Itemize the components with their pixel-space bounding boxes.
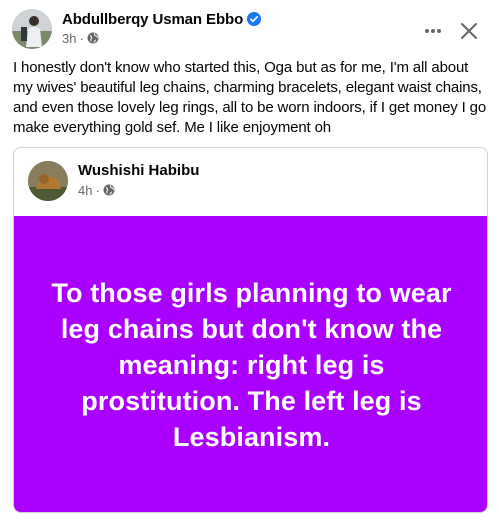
post-card: Abdullberqy Usman Ebbo 3h · I honestly d…: [0, 0, 499, 520]
shared-meta-separator: ·: [95, 182, 100, 198]
shared-author-meta: Wushishi Habibu 4h ·: [78, 161, 199, 201]
post-time[interactable]: 3h: [62, 31, 76, 46]
author-name[interactable]: Abdullberqy Usman Ebbo: [62, 11, 243, 28]
shared-background-text: To those girls planning to wear leg chai…: [51, 278, 452, 452]
shared-author-name[interactable]: Wushishi Habibu: [78, 161, 199, 181]
shared-post[interactable]: Wushishi Habibu 4h · To those girls plan…: [13, 147, 488, 513]
close-icon: [461, 23, 477, 39]
meta-separator: ·: [79, 30, 84, 46]
author-name-row: Abdullberqy Usman Ebbo: [62, 9, 262, 29]
shared-author-avatar[interactable]: [28, 161, 68, 201]
close-button[interactable]: [451, 13, 487, 49]
more-options-icon: [425, 29, 441, 33]
shared-background-post[interactable]: To those girls planning to wear leg chai…: [14, 216, 487, 512]
post-meta-row: 3h ·: [62, 29, 261, 47]
globe-icon[interactable]: [103, 184, 115, 196]
post-header: Abdullberqy Usman Ebbo 3h ·: [12, 9, 487, 49]
verified-badge-icon: [247, 12, 262, 26]
author-avatar[interactable]: [12, 9, 52, 49]
author-meta: Abdullberqy Usman Ebbo 3h ·: [62, 9, 262, 47]
post-body-text: I honestly don't know who started this, …: [13, 59, 487, 136]
shared-post-header: Wushishi Habibu 4h ·: [28, 161, 199, 201]
more-options-button[interactable]: [415, 13, 451, 49]
globe-icon[interactable]: [87, 32, 99, 44]
header-actions: [415, 13, 487, 49]
shared-post-time[interactable]: 4h: [78, 183, 92, 198]
shared-meta-row: 4h ·: [78, 181, 199, 199]
